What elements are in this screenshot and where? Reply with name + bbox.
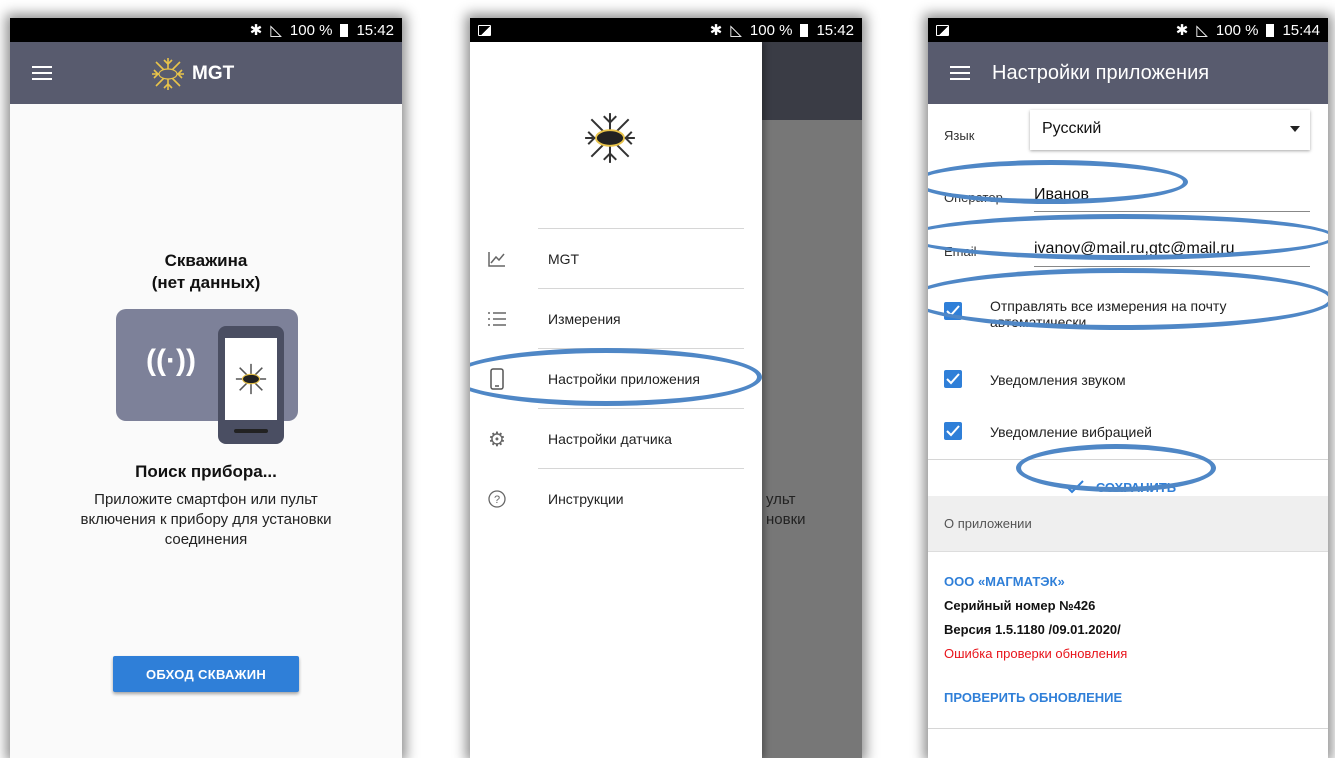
serial-number: Серийный номер №426 [944, 598, 1096, 613]
app-bar: MGT [10, 42, 402, 104]
status-bar: ✱ ◺ 100 % 15:42 [10, 18, 402, 42]
menu-icon[interactable] [32, 66, 52, 80]
app-bar: Настройки приложения [928, 42, 1328, 104]
menu-item-instructions[interactable]: ? Инструкции [470, 470, 762, 528]
about-header: О приложении [928, 496, 1328, 552]
auto-send-label: Отправлять все измерения на почту автома… [990, 298, 1226, 330]
vibration-label: Уведомление вибрацией [990, 424, 1152, 440]
language-select[interactable]: Русский [1030, 110, 1310, 150]
list-icon [486, 311, 508, 327]
no-signal-icon: ◺ [270, 22, 282, 39]
menu-item-label: Измерения [548, 311, 621, 327]
hint-line3: соединения [164, 531, 248, 548]
nfc-signal-icon: ((·)) [146, 344, 196, 377]
email-field[interactable]: ivanov@mail.ru,gtc@mail.ru [1034, 240, 1235, 258]
menu-item-label: MGT [548, 251, 580, 267]
auto-send-checkbox[interactable] [944, 302, 962, 320]
battery-icon [1266, 23, 1275, 37]
battery-level: 100 % [1215, 21, 1259, 39]
main-content: Скважина (нет данных) ((·)) Поиск прибор… [10, 104, 402, 758]
language-label: Язык [944, 128, 975, 143]
phone-illustration [218, 326, 284, 444]
mgt-logo-icon [585, 113, 635, 163]
menu-item-measurements[interactable]: Измерения [470, 290, 762, 348]
well-tour-button[interactable]: ОБХОД СКВАЖИН [113, 656, 299, 692]
check-icon [946, 425, 960, 437]
battery-icon [800, 23, 809, 37]
image-notification-icon [478, 24, 491, 36]
hint-text: Приложите смартфон или пульт включения к… [10, 490, 402, 550]
sound-label: Уведомления звуком [990, 372, 1126, 388]
version: Версия 1.5.1180 /09.01.2020/ [944, 622, 1121, 637]
clock: 15:42 [816, 21, 854, 39]
menu-item-sensor-settings[interactable]: ⚙ Настройки датчика [470, 410, 762, 468]
searching-status: Поиск прибора... [135, 462, 277, 481]
operator-label: Оператор [944, 190, 1003, 205]
battery-level: 100 % [749, 21, 793, 39]
phone-screen-settings: ✱ ◺ 100 % 15:44 Настройки приложения Язы… [928, 18, 1328, 758]
check-update-button[interactable]: ПРОВЕРИТЬ ОБНОВЛЕНИЕ [944, 690, 1122, 705]
well-title-line2: (нет данных) [151, 273, 261, 292]
clock: 15:44 [1282, 21, 1320, 39]
bluetooth-icon: ✱ [249, 22, 263, 39]
battery-icon [340, 23, 349, 37]
menu-item-label: Настройки приложения [548, 371, 700, 387]
vibration-checkbox[interactable] [944, 422, 962, 440]
mgt-logo-icon [152, 58, 184, 90]
well-title: Скважина (нет данных) [10, 250, 402, 294]
status-bar: ✱ ◺ 100 % 15:44 [928, 18, 1328, 42]
dropdown-arrow-icon [1290, 126, 1300, 132]
hint-line2: включения к прибору для установки [80, 511, 332, 528]
menu-item-mgt[interactable]: MGT [470, 230, 762, 288]
bluetooth-icon: ✱ [1175, 22, 1189, 39]
clock: 15:42 [356, 21, 394, 39]
help-circle-icon: ? [486, 490, 508, 508]
menu-item-label: Инструкции [548, 491, 624, 507]
behind-text-line2: новки [766, 511, 806, 528]
auto-send-line1: Отправлять все измерения на почту [990, 298, 1227, 314]
status-bar: ✱ ◺ 100 % 15:42 [470, 18, 862, 42]
gear-icon: ⚙ [488, 428, 506, 451]
hint-line1: Приложите смартфон или пульт [94, 491, 318, 508]
save-button-label: СОХРАНИТЬ [1095, 479, 1177, 495]
update-error: Ошибка проверки обновления [944, 646, 1128, 661]
navigation-drawer: MGT Измерения Настройки приложения ⚙ Нас… [470, 42, 762, 758]
auto-send-line2: автоматически [990, 314, 1087, 330]
email-label: Email [944, 244, 977, 259]
phone-screen-main: ✱ ◺ 100 % 15:42 MGT Скважина (нет данных… [10, 18, 402, 758]
check-icon [946, 305, 960, 317]
check-icon [1066, 480, 1084, 494]
behind-text: ульт новки [766, 490, 806, 530]
menu-item-label: Настройки датчика [548, 431, 672, 447]
image-notification-icon [936, 24, 949, 36]
phone-screen-drawer: ✱ ◺ 100 % 15:42 ульт новки MGT Измерения… [470, 18, 862, 758]
about-section: ООО «МАГМАТЭК» Серийный номер №426 Верси… [928, 552, 1328, 758]
check-icon [946, 373, 960, 385]
well-title-line1: Скважина [164, 251, 248, 270]
behind-text-line1: ульт [766, 491, 796, 508]
bluetooth-icon: ✱ [709, 22, 723, 39]
operator-field[interactable]: Иванов [1034, 186, 1089, 204]
app-title: MGT [192, 63, 235, 84]
svg-text:?: ? [494, 494, 500, 506]
sound-checkbox[interactable] [944, 370, 962, 388]
mgt-logo-icon [235, 363, 267, 395]
page-title: Настройки приложения [992, 61, 1210, 84]
chart-line-icon [486, 250, 508, 268]
language-value: Русский [1042, 120, 1102, 137]
menu-icon[interactable] [950, 66, 970, 80]
no-signal-icon: ◺ [1196, 22, 1208, 39]
menu-item-app-settings[interactable]: Настройки приложения [470, 350, 762, 408]
no-signal-icon: ◺ [730, 22, 742, 39]
about-header-label: О приложении [944, 516, 1032, 531]
company-link[interactable]: ООО «МАГМАТЭК» [944, 574, 1065, 589]
phone-icon [486, 368, 508, 390]
battery-level: 100 % [289, 21, 333, 39]
